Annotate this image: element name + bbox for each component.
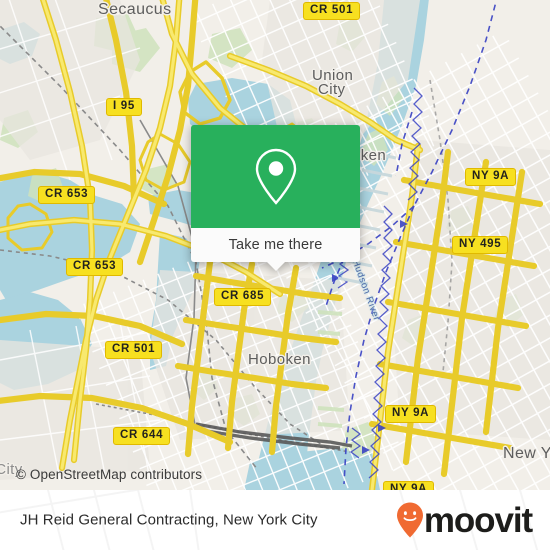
shield-i-95[interactable]: I 95 [106, 98, 142, 116]
shield-cr-644[interactable]: CR 644 [113, 427, 171, 445]
moovit-smiley-pin-icon [396, 502, 423, 538]
shield-ny-9a-north[interactable]: NY 9A [465, 168, 517, 186]
moovit-wordmark: moovit [423, 500, 533, 540]
page-title: JH Reid General Contracting, New York Ci… [20, 511, 318, 529]
shield-cr-501-west[interactable]: CR 501 [105, 341, 163, 359]
map-pin-icon [255, 148, 296, 205]
page-footer: JH Reid General Contracting, New York Ci… [0, 490, 550, 550]
shield-cr-653-upper[interactable]: CR 653 [38, 186, 96, 204]
shield-cr-653-lower[interactable]: CR 653 [66, 258, 124, 276]
shield-cr-501-north[interactable]: CR 501 [303, 2, 361, 20]
shield-ny-495[interactable]: NY 495 [452, 236, 509, 254]
moovit-map-screenshot: Secaucus Union City oken Hoboken New Y e… [0, 0, 550, 550]
map-canvas[interactable]: Secaucus Union City oken Hoboken New Y e… [0, 0, 550, 490]
popup-pointer-tail [266, 262, 285, 271]
moovit-logo[interactable]: moovit [395, 500, 533, 540]
shield-ny-9a-mid[interactable]: NY 9A [385, 405, 437, 423]
location-popup-card[interactable]: Take me there [191, 125, 360, 271]
shield-cr-685[interactable]: CR 685 [214, 288, 272, 306]
shield-ny-9a-south[interactable]: NY 9A [383, 481, 435, 490]
take-me-there-button[interactable]: Take me there [191, 228, 360, 262]
map-attribution[interactable]: © OpenStreetMap contributors [16, 467, 202, 482]
popup-header [191, 125, 360, 228]
